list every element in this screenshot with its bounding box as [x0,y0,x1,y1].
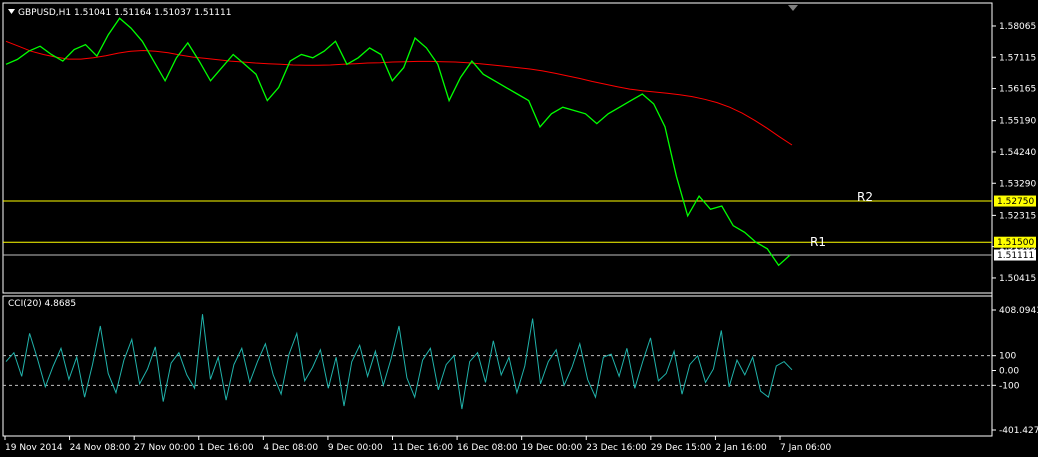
cci-title: CCI(20) 4.8685 [8,299,76,309]
ma-series [5,40,793,146]
cci-tick-label: 408.0943 [999,306,1038,316]
price-tag-label: 1.51111 [997,251,1034,261]
price-panel-frame [2,2,993,294]
time-tick-label: 19 Nov 2014 [5,443,63,453]
price-tick-label: 1.53290 [999,179,1036,189]
price-tag-label: 1.51500 [997,238,1034,248]
price-tick-label: 1.52315 [999,211,1036,221]
price-tick-label: 1.58065 [999,22,1036,32]
chart-canvas: GBPUSD,H1 1.51041 1.51164 1.51037 1.5111… [2,2,1038,453]
resistance-levels [3,200,992,256]
time-tick-label: 11 Dec 16:00 [393,443,454,453]
cci-axis-ticks: 408.0943 100 0.00 -100 -401.4278 [3,306,1038,436]
cci-panel-frame [2,295,993,437]
r1-label: R1 [810,235,826,249]
series-line [5,314,793,410]
time-tick-label: 1 Dec 16:00 [199,443,254,453]
price-tick-label: 1.56165 [999,85,1036,95]
chart-shift-marker[interactable] [788,5,798,11]
series-line [5,40,793,146]
r2-label: R2 [857,190,873,204]
time-tick-label: 4 Dec 08:00 [263,443,318,453]
price-series [5,17,791,267]
price-tick-label: 1.57115 [999,53,1036,63]
time-tick-label: 2 Jan 16:00 [715,443,767,453]
time-tick-label: 24 Nov 08:00 [70,443,131,453]
series-line [5,17,791,267]
time-tick-label: 19 Dec 00:00 [522,443,583,453]
time-axis-labels: 19 Nov 2014 24 Nov 08:00 27 Nov 00:00 1 Dec… [4,436,832,453]
price-tick-label: 1.54240 [999,148,1036,158]
time-tick-label: 16 Dec 08:00 [457,443,518,453]
time-tick-label: 23 Dec 16:00 [586,443,647,453]
cci-tick-label: -401.4278 [999,426,1038,436]
cci-series [5,314,793,410]
time-tick-label: 27 Nov 00:00 [134,443,195,453]
cci-tick-label: 100 [999,352,1016,362]
time-tick-label: 9 Dec 00:00 [328,443,383,453]
price-tick-label: 1.50415 [999,274,1036,284]
cci-tick-label: 0.00 [999,366,1019,376]
time-tick-label: 29 Dec 15:00 [651,443,712,453]
price-tick-label: 1.55190 [999,117,1036,127]
time-tick-label: 7 Jan 06:00 [780,443,832,453]
price-tags: 1.52750 1.51500 1.51111 [994,195,1036,261]
price-tag-label: 1.52750 [997,197,1034,207]
cci-tick-label: -100 [999,381,1020,391]
chart-header: GBPUSD,H1 1.51041 1.51164 1.51037 1.5111… [18,8,231,18]
triangle-down-icon[interactable] [8,9,15,14]
